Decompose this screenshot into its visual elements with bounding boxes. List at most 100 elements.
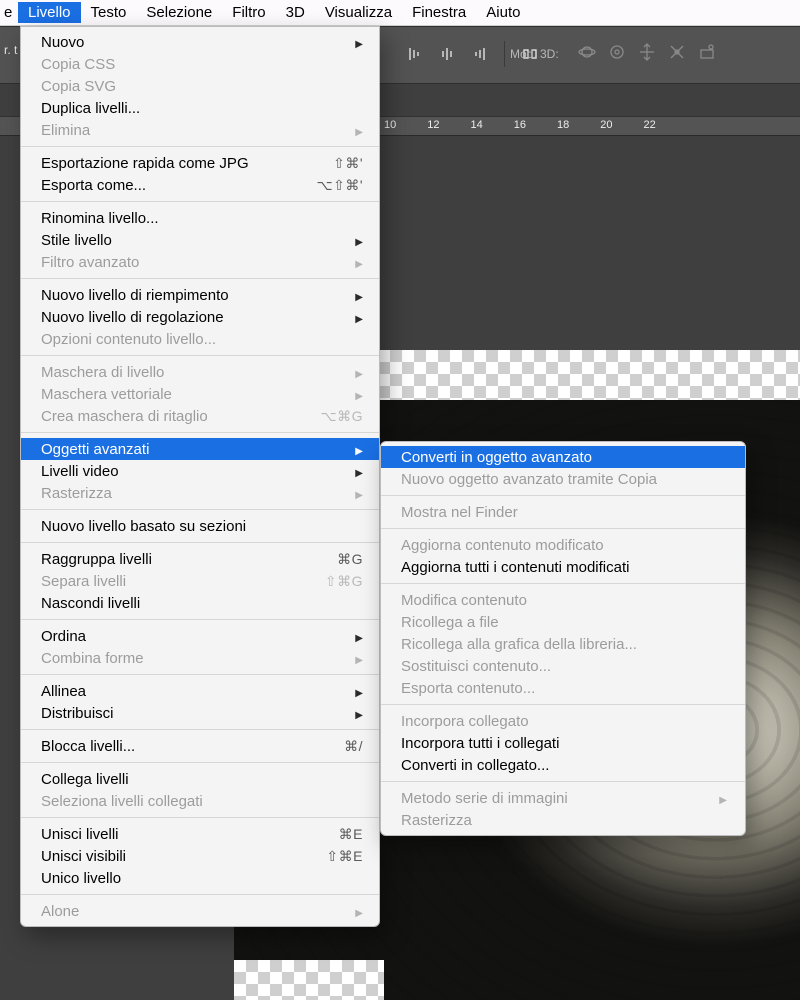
menu-item-shortcut: ⇧⌘' (333, 155, 363, 172)
orbit-3d-icon[interactable] (576, 41, 598, 63)
menu-item[interactable]: Unisci visibili⇧⌘E (21, 845, 379, 867)
menu-item[interactable]: Livelli video (21, 460, 379, 482)
menu-item: Rasterizza (21, 482, 379, 504)
menubar-item-3d[interactable]: 3D (276, 2, 315, 23)
menu-item-label: Raggruppa livelli (41, 551, 337, 568)
menubar-item-livello[interactable]: Livello (18, 2, 81, 23)
menu-item-shortcut: ⇧⌘G (325, 573, 363, 590)
menu-item-label: Collega livelli (41, 771, 363, 788)
menu-item[interactable]: Duplica livelli... (21, 97, 379, 119)
submenu-item[interactable]: Incorpora tutti i collegati (381, 732, 745, 754)
submenu-arrow-icon (353, 254, 363, 271)
smart-objects-submenu: Converti in oggetto avanzato Nuovo oggett… (380, 441, 746, 836)
menubar: e Livello Testo Selezione Filtro 3D Visu… (0, 0, 800, 26)
submenu-arrow-icon (353, 485, 363, 502)
menu-item-label: Esportazione rapida come JPG (41, 155, 333, 172)
submenu-item-label: Aggiorna contenuto modificato (401, 537, 727, 554)
submenu-arrow-icon (353, 463, 363, 480)
menu-item-label: Elimina (41, 122, 347, 139)
scale-3d-icon[interactable] (696, 41, 718, 63)
menu-item[interactable]: Nuovo livello di regolazione (21, 306, 379, 328)
submenu-arrow-icon (353, 705, 363, 722)
menu-item-label: Unico livello (41, 870, 363, 887)
menu-item[interactable]: Blocca livelli...⌘/ (21, 735, 379, 757)
menu-item[interactable]: Nuovo (21, 31, 379, 53)
menu-item-label: Allinea (41, 683, 347, 700)
menu-item-shortcut: ⇧⌘E (326, 848, 363, 865)
submenu-arrow-icon (353, 122, 363, 139)
submenu-item[interactable]: Converti in oggetto avanzato (381, 446, 745, 468)
menu-item-label: Separa livelli (41, 573, 325, 590)
menu-item: Filtro avanzato (21, 251, 379, 273)
menu-item-label: Rasterizza (41, 485, 347, 502)
submenu-item-label: Converti in oggetto avanzato (401, 449, 727, 466)
submenu-item: Esporta contenuto... (381, 677, 745, 699)
document-tab-short: r. t (4, 43, 17, 57)
menu-item[interactable]: Nascondi livelli (21, 592, 379, 614)
submenu-item-label: Sostituisci contenuto... (401, 658, 727, 675)
submenu-item: Rasterizza (381, 809, 745, 831)
menu-item[interactable]: Raggruppa livelli⌘G (21, 548, 379, 570)
submenu-item-label: Incorpora tutti i collegati (401, 735, 727, 752)
submenu-arrow-icon (353, 309, 363, 326)
menu-item-shortcut: ⌥⌘G (320, 408, 363, 425)
menu-item-label: Duplica livelli... (41, 100, 363, 117)
menubar-item-filtro[interactable]: Filtro (222, 2, 275, 23)
submenu-item-label: Esporta contenuto... (401, 680, 727, 697)
menu-item[interactable]: Allinea (21, 680, 379, 702)
menu-item: Maschera di livello (21, 361, 379, 383)
menubar-item-visualizza[interactable]: Visualizza (315, 2, 402, 23)
align-center-icon[interactable] (436, 43, 458, 65)
menu-item[interactable]: Nuovo livello basato su sezioni (21, 515, 379, 537)
menu-item[interactable]: Esportazione rapida come JPG⇧⌘' (21, 152, 379, 174)
menu-item-label: Filtro avanzato (41, 254, 347, 271)
menu-item[interactable]: Unisci livelli⌘E (21, 823, 379, 845)
menubar-item-aiuto[interactable]: Aiuto (476, 2, 530, 23)
submenu-item: Mostra nel Finder (381, 501, 745, 523)
submenu-arrow-icon (353, 650, 363, 667)
submenu-item: Ricollega a file (381, 611, 745, 633)
menu-item-label: Stile livello (41, 232, 347, 249)
menu-item-label: Rinomina livello... (41, 210, 363, 227)
ruler-mark: 12 (427, 119, 439, 131)
menu-item-label: Distribuisci (41, 705, 347, 722)
menu-item[interactable]: Esporta come...⌥⇧⌘' (21, 174, 379, 196)
menu-item-label: Esporta come... (41, 177, 316, 194)
roll-3d-icon[interactable] (606, 41, 628, 63)
submenu-item-label: Aggiorna tutti i contenuti modificati (401, 559, 727, 576)
menu-item-label: Crea maschera di ritaglio (41, 408, 320, 425)
menu-item[interactable]: Ordina (21, 625, 379, 647)
pan-3d-icon[interactable] (636, 41, 658, 63)
menu-item[interactable]: Distribuisci (21, 702, 379, 724)
submenu-item[interactable]: Aggiorna tutti i contenuti modificati (381, 556, 745, 578)
menu-item-label: Unisci visibili (41, 848, 326, 865)
submenu-item-label: Converti in collegato... (401, 757, 727, 774)
menu-item[interactable]: Oggetti avanzati (21, 438, 379, 460)
menubar-item-testo[interactable]: Testo (81, 2, 137, 23)
menubar-item-selezione[interactable]: Selezione (136, 2, 222, 23)
submenu-arrow-icon (353, 364, 363, 381)
menu-item[interactable]: Rinomina livello... (21, 207, 379, 229)
menu-item-label: Nuovo (41, 34, 347, 51)
ruler-mark: 18 (557, 119, 569, 131)
submenu-item[interactable]: Converti in collegato... (381, 754, 745, 776)
menu-item[interactable]: Stile livello (21, 229, 379, 251)
menu-item-shortcut: ⌥⇧⌘' (316, 177, 363, 194)
submenu-arrow-icon (353, 232, 363, 249)
menu-item[interactable]: Collega livelli (21, 768, 379, 790)
ruler-mark: 22 (644, 119, 656, 131)
menu-item: Opzioni contenuto livello... (21, 328, 379, 350)
align-right-icon[interactable] (468, 43, 490, 65)
menu-item[interactable]: Nuovo livello di riempimento (21, 284, 379, 306)
align-left-icon[interactable] (404, 43, 426, 65)
submenu-item-label: Ricollega a file (401, 614, 727, 631)
slide-3d-icon[interactable] (666, 41, 688, 63)
menu-item-label: Maschera vettoriale (41, 386, 347, 403)
menu-item[interactable]: Unico livello (21, 867, 379, 889)
menubar-item-finestra[interactable]: Finestra (402, 2, 476, 23)
submenu-item-label: Ricollega alla grafica della libreria... (401, 636, 727, 653)
menu-item: Copia CSS (21, 53, 379, 75)
ruler-mark: 14 (471, 119, 483, 131)
menu-item-shortcut: ⌘/ (344, 738, 363, 755)
submenu-item: Nuovo oggetto avanzato tramite Copia (381, 468, 745, 490)
